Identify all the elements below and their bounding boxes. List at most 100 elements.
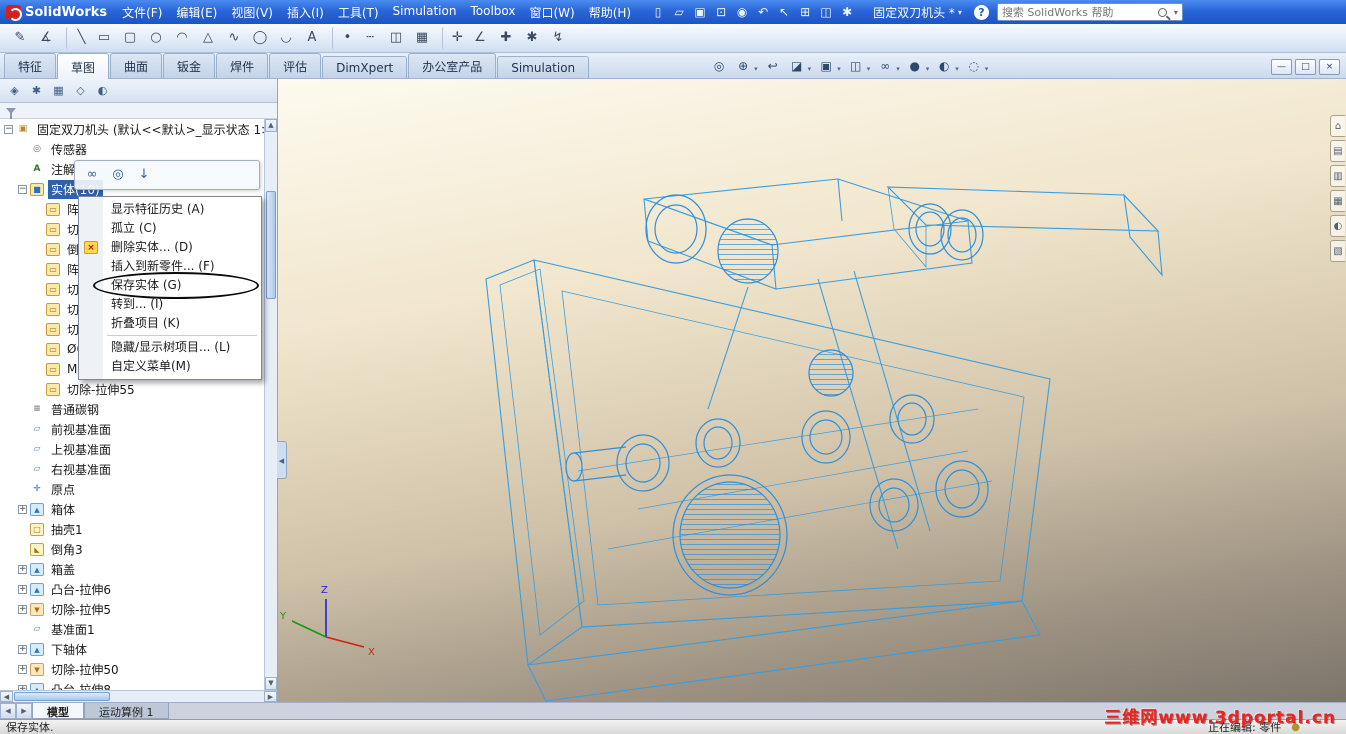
search-icon[interactable] <box>1158 8 1167 17</box>
command-tab[interactable]: 钣金 <box>163 53 215 78</box>
tab-scroll-right-button[interactable] <box>16 703 32 719</box>
scrollbar-thumb[interactable] <box>266 191 276 299</box>
context-menu-item[interactable]: 显示特征历史 (A) <box>80 200 260 219</box>
tree-item[interactable]: 凸台-拉伸8 <box>0 679 264 690</box>
command-tab[interactable]: 焊件 <box>216 53 268 78</box>
corner-rectangle-icon[interactable]: ▭ <box>92 27 116 49</box>
view-palette-icon[interactable]: ▦ <box>1330 190 1345 212</box>
hide-show-icon[interactable]: ∞ <box>81 164 103 186</box>
menu-item[interactable]: 帮助(H) <box>582 2 638 23</box>
ellipse-icon[interactable]: ◯ <box>248 27 272 49</box>
menu-item[interactable]: 视图(V) <box>224 2 280 23</box>
view-tool[interactable]: ◐ <box>933 56 961 76</box>
view-tool[interactable]: ∞ <box>874 56 902 76</box>
command-tab[interactable]: Simulation <box>497 56 589 78</box>
undo-icon[interactable]: ↶ <box>753 2 773 22</box>
propertymanager-tab-icon[interactable]: ✱ <box>27 82 46 100</box>
chevron-down-icon[interactable]: ▾ <box>958 8 962 17</box>
tree-item[interactable]: 切除-拉伸5 <box>0 599 264 619</box>
tree-item[interactable]: 普通碳钢 <box>0 399 264 419</box>
study-tab[interactable]: 运动算例 1 <box>84 703 169 719</box>
line-icon[interactable]: ╲ <box>66 27 90 49</box>
expander-icon[interactable] <box>18 505 27 514</box>
rebuild-icon[interactable]: ◉ <box>732 2 752 22</box>
filter-icon[interactable] <box>6 108 16 114</box>
menu-item[interactable]: 窗口(W) <box>522 2 581 23</box>
custom-properties-icon[interactable]: ▧ <box>1330 240 1345 262</box>
view-tool[interactable]: ◪ <box>786 56 814 76</box>
centerpoint-arc-icon[interactable]: ◠ <box>170 27 194 49</box>
panel-collapse-handle[interactable]: ◀ <box>277 441 287 479</box>
tree-item[interactable]: 切除-拉伸55 <box>0 379 264 399</box>
menu-item[interactable]: 插入(I) <box>280 2 331 23</box>
menu-item[interactable]: Toolbox <box>463 2 522 23</box>
search-box[interactable]: ▾ <box>997 3 1183 21</box>
context-menu-item[interactable]: 孤立 (C) <box>80 219 260 238</box>
expander-icon[interactable] <box>18 605 27 614</box>
tree-item[interactable]: 前视基准面 <box>0 419 264 439</box>
linear-sketch-pattern-icon[interactable]: ▦ <box>410 27 434 49</box>
search-dropdown-icon[interactable]: ▾ <box>1174 8 1178 17</box>
file-explorer-icon[interactable]: ▥ <box>1330 165 1345 187</box>
menu-item[interactable]: 编辑(E) <box>169 2 224 23</box>
tree-item[interactable]: 箱体 <box>0 499 264 519</box>
zoom-to-area-icon[interactable]: ⊕ <box>732 56 754 76</box>
dimxpertmanager-tab-icon[interactable]: ◇ <box>71 82 90 100</box>
design-library-icon[interactable]: ◫ <box>816 2 836 22</box>
menu-item[interactable]: 文件(F) <box>115 2 169 23</box>
menu-item[interactable]: Simulation <box>386 2 464 23</box>
quick-snaps-icon[interactable]: ✱ <box>520 27 544 49</box>
view-tool[interactable]: ◌ <box>963 56 991 76</box>
design-library-icon[interactable]: ▤ <box>1330 140 1345 162</box>
sketch-fillet-icon[interactable]: ◡ <box>274 27 298 49</box>
command-tab[interactable]: DimXpert <box>322 56 407 78</box>
view-settings-icon[interactable]: ◌ <box>963 56 985 76</box>
normal-to-icon[interactable]: ↓ <box>133 164 155 186</box>
tree-item[interactable]: 倒角3 <box>0 539 264 559</box>
context-menu-item[interactable]: 转到... (I) <box>80 295 260 314</box>
context-menu-item[interactable]: 折叠项目 (K) <box>80 314 260 333</box>
smart-dimension-icon[interactable]: ∡ <box>34 27 58 49</box>
save-icon[interactable]: ▣ <box>690 2 710 22</box>
model-wireframe[interactable]: Z Y X <box>278 79 1346 702</box>
expander-icon[interactable] <box>18 585 27 594</box>
graphics-viewport[interactable]: Z Y X ⌂ ▤ ▥ ▦ ◐ ▧ <box>278 79 1346 702</box>
tab-scroll-left-button[interactable] <box>0 703 16 719</box>
sketch-icon[interactable]: ✎ <box>8 27 32 49</box>
displaymanager-tab-icon[interactable]: ◐ <box>93 82 112 100</box>
sketch-text-icon[interactable]: A <box>300 27 324 49</box>
spline-icon[interactable]: ∿ <box>222 27 246 49</box>
close-button[interactable]: × <box>1319 59 1340 75</box>
help-icon[interactable]: ? <box>974 5 989 20</box>
straight-slot-icon[interactable]: ▢ <box>118 27 142 49</box>
view-tool[interactable]: ◎ <box>708 56 730 76</box>
tree-item[interactable]: 基准面1 <box>0 619 264 639</box>
view-tool[interactable]: ▣ <box>815 56 843 76</box>
scroll-up-button[interactable] <box>265 119 277 132</box>
command-tab[interactable]: 特征 <box>4 53 56 78</box>
solidworks-resources-icon[interactable]: ⌂ <box>1330 115 1345 137</box>
expander-icon[interactable] <box>4 125 13 134</box>
appearances-icon[interactable]: ◐ <box>1330 215 1345 237</box>
centerline-icon[interactable]: ┄ <box>358 27 382 49</box>
expander-icon[interactable] <box>18 185 27 194</box>
tree-item[interactable]: 抽壳1 <box>0 519 264 539</box>
tree-item[interactable]: 切除-拉伸50 <box>0 659 264 679</box>
view-tool[interactable]: ● <box>904 56 932 76</box>
rapid-sketch-icon[interactable]: ↯ <box>546 27 570 49</box>
minimize-button[interactable]: — <box>1271 59 1292 75</box>
tree-item[interactable]: 下轴体 <box>0 639 264 659</box>
configurationmanager-tab-icon[interactable]: ▦ <box>49 82 68 100</box>
move-entities-icon[interactable]: ✛ <box>442 27 466 49</box>
display-style-icon[interactable]: ◫ <box>845 56 867 76</box>
context-menu-item[interactable]: 隐藏/显示树项目... (L) <box>80 338 260 357</box>
hide-show-items-icon[interactable]: ∞ <box>874 56 896 76</box>
point-icon[interactable]: • <box>332 27 356 49</box>
open-icon[interactable]: ▱ <box>669 2 689 22</box>
expander-icon[interactable] <box>18 665 27 674</box>
tree-vertical-scrollbar[interactable] <box>264 119 277 690</box>
polygon-icon[interactable]: △ <box>196 27 220 49</box>
tree-item[interactable]: 原点 <box>0 479 264 499</box>
command-tab[interactable]: 办公室产品 <box>408 53 496 78</box>
mirror-entities-icon[interactable]: ◫ <box>384 27 408 49</box>
